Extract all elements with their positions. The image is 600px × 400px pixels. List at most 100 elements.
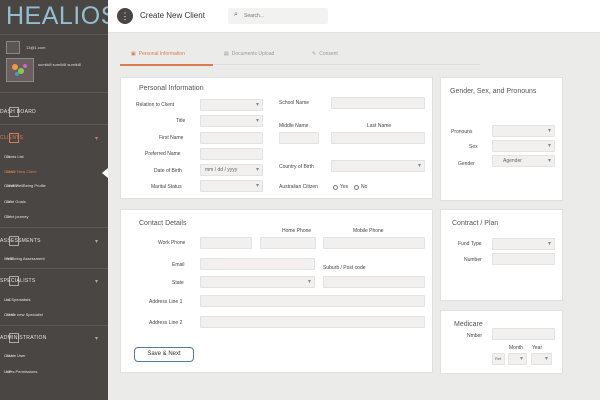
- tab-consent[interactable]: ✎ Consent: [312, 51, 338, 57]
- school-name-label: School Name: [279, 100, 310, 106]
- title-select[interactable]: [200, 115, 263, 127]
- year-select[interactable]: [531, 353, 552, 365]
- nav-label: DASH BOARD: [0, 109, 37, 115]
- citizen-no-radio[interactable]: No: [354, 184, 367, 190]
- nav-label: Client journey: [4, 214, 29, 219]
- sex-label: Sex: [469, 144, 478, 150]
- nav-administration[interactable]: ADMINISTRATION ▾: [0, 331, 108, 345]
- address-line-1-input[interactable]: [200, 295, 425, 307]
- fund-type-select[interactable]: [492, 238, 555, 250]
- medicare-ref-input[interactable]: Ref: [492, 353, 505, 365]
- sidebar-item-client-journey[interactable]: CJ Client journey: [0, 211, 108, 222]
- search-input[interactable]: [244, 11, 324, 21]
- gender-card: Gender, Sex, and Pronouns Pronouns Sex G…: [440, 77, 563, 201]
- state-select[interactable]: [200, 276, 315, 288]
- tab-documents-upload[interactable]: ▤ Documents Upload: [224, 51, 274, 57]
- pencil-icon: ✎: [312, 51, 317, 57]
- address-line-2-input[interactable]: [200, 316, 425, 328]
- logo: HEALIOS: [6, 2, 108, 30]
- tab-personal-information[interactable]: ▣ Personal Information: [131, 51, 185, 57]
- card-title: Contract / Plan: [452, 220, 499, 227]
- first-name-input[interactable]: [200, 132, 263, 144]
- nav-clients[interactable]: CLIENTS ▾: [0, 131, 108, 145]
- australian-citizen-label: Australian Citizen: [279, 184, 318, 190]
- dob-input[interactable]: mm / dd / yyyy: [200, 164, 263, 176]
- contract-number-input[interactable]: [492, 253, 555, 265]
- pronouns-select[interactable]: [492, 125, 555, 137]
- nav-assessments[interactable]: ASSESSMENTS ▾: [0, 234, 108, 248]
- school-name-input[interactable]: [331, 97, 425, 109]
- nav-label: Clients List: [4, 154, 24, 159]
- sidebar-item-create-user[interactable]: CU Create User: [0, 350, 108, 361]
- sidebar-item-client-goals[interactable]: CG Client Goals: [0, 196, 108, 207]
- save-next-button[interactable]: Save & Next: [134, 347, 194, 362]
- suburb-label: Suburb / Post code: [323, 265, 366, 271]
- tab-label: Personal Information: [138, 51, 185, 57]
- month-select[interactable]: [508, 353, 527, 365]
- work-phone-input[interactable]: [200, 237, 252, 249]
- menu-button[interactable]: ⋮: [117, 8, 133, 24]
- nav-label: ASSESSMENTS: [0, 238, 41, 244]
- address-line-2-label: Address Line 2: [149, 320, 183, 326]
- search-box: ⌕: [228, 8, 328, 24]
- nav-label: Create New Client: [4, 169, 37, 174]
- personal-information-card: Personal Information Relation to Client …: [120, 77, 433, 199]
- nav-label: WellBeing Assessment: [4, 256, 45, 261]
- divider: [0, 34, 108, 35]
- sidebar-item-create-new-client[interactable]: CNC Create New Client: [0, 166, 108, 177]
- middle-name-label: Middle Name: [279, 123, 309, 129]
- nav-label: Create new Specialist: [4, 312, 43, 317]
- gender-select[interactable]: Agender: [492, 155, 555, 167]
- marital-status-select[interactable]: [200, 180, 263, 192]
- email-input[interactable]: [200, 258, 315, 270]
- mobile-phone-input[interactable]: [323, 237, 425, 249]
- sidebar-item-users-permissions[interactable]: UP Users Permissions: [0, 366, 108, 377]
- user-name: sumiki8 sumiki8 sumiki8: [38, 62, 81, 67]
- divider: [0, 268, 108, 269]
- radio-circle: [333, 184, 338, 190]
- card-title: Medicare: [454, 321, 483, 328]
- home-phone-input[interactable]: [260, 237, 316, 249]
- topbar: ⋮ Create New Client ⌕: [108, 0, 600, 33]
- month-label: Month: [509, 345, 523, 351]
- sidebar-item-create-new-specialist[interactable]: CNC Create new Specialist: [0, 309, 108, 320]
- chevron-down-icon: ▾: [94, 238, 98, 245]
- email-label: Email: [172, 262, 185, 268]
- fund-type-label: Fund Type: [458, 241, 482, 247]
- divider: [0, 325, 108, 326]
- gender-label: Gender: [458, 161, 475, 167]
- sidebar-item-list-specialists[interactable]: LC List Specialists: [0, 294, 108, 305]
- country-select[interactable]: [331, 160, 425, 172]
- pronouns-label: Pronouns: [451, 129, 473, 135]
- nav-dashboard[interactable]: DASH BOARD: [0, 105, 108, 119]
- year-label: Year: [532, 345, 543, 351]
- divider: [0, 92, 108, 93]
- user-email: 13@1.com: [26, 45, 46, 50]
- preferred-name-input[interactable]: [200, 148, 263, 160]
- ref-placeholder: Ref: [495, 356, 502, 361]
- state-label: State: [172, 280, 184, 286]
- medicare-number-input[interactable]: [492, 328, 555, 340]
- nav-label: Client Goals: [4, 199, 26, 204]
- sidebar-item-wellbeing-assessment[interactable]: WB WellBeing Assessment: [0, 253, 108, 264]
- sidebar-item-client-wellbeing-profile[interactable]: CWBP Client WellBeing Profile: [0, 180, 108, 191]
- nav-specialists[interactable]: SPECIALISTS ▾: [0, 274, 108, 288]
- sidebar-item-clients-list[interactable]: CL Clients List: [0, 151, 108, 162]
- address-line-1-label: Address Line 1: [149, 299, 183, 305]
- app: HEALIOS 13@1.com sumiki8 sumiki8 sumiki8…: [0, 0, 600, 400]
- tab-label: Documents Upload: [231, 51, 275, 57]
- tab-label: Consent: [319, 51, 338, 57]
- suburb-input[interactable]: [323, 276, 425, 288]
- middle-name-input[interactable]: [279, 132, 319, 144]
- active-tab-indicator: [120, 64, 213, 66]
- citizen-yes-radio[interactable]: Yes: [333, 184, 348, 190]
- title-label: Title: [176, 118, 186, 124]
- sex-select[interactable]: [492, 140, 555, 152]
- last-name-input[interactable]: [331, 132, 425, 144]
- search-icon: ⌕: [234, 11, 238, 18]
- marital-status-label: Marital Status: [151, 184, 182, 190]
- dob-placeholder: mm / dd / yyyy: [205, 167, 238, 173]
- relation-select[interactable]: [200, 99, 263, 111]
- nav-label: Client WellBeing Profile: [4, 183, 46, 188]
- home-phone-label: Home Phone: [282, 228, 312, 234]
